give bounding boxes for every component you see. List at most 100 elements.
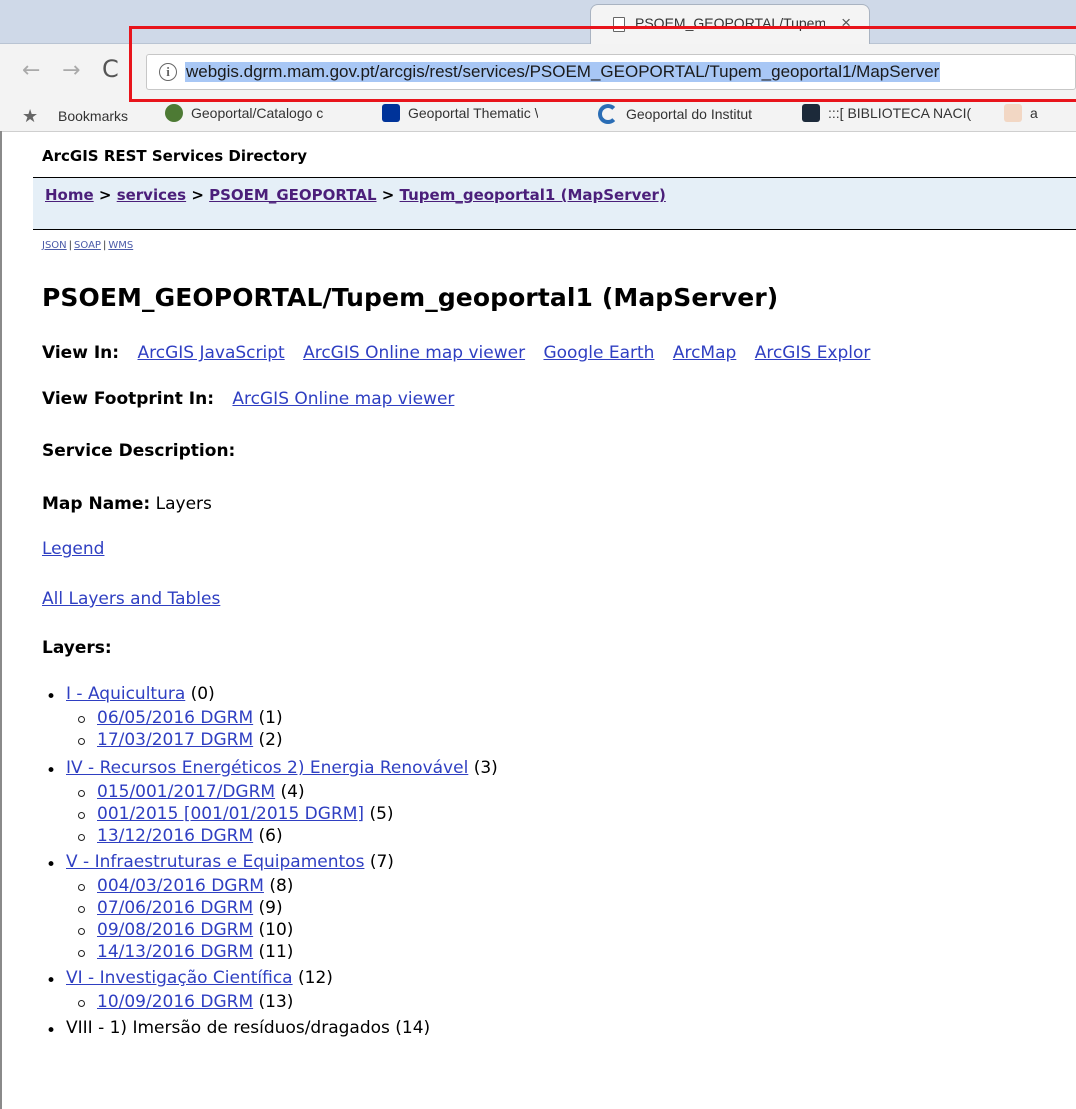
bookmark-item[interactable]: Geoportal/Catalogo c — [165, 104, 323, 123]
layer-group: • IV - Recursos Energéticos 2) Energia R… — [42, 758, 1072, 848]
sublayer-item: 17/03/2017 DGRM (2) — [42, 730, 1072, 752]
view-footprint-row: View Footprint In: ArcGIS Online map vie… — [42, 389, 454, 409]
star-icon[interactable]: ★ — [22, 106, 38, 127]
service-description: Service Description: — [42, 441, 235, 461]
sublayer-id: (10) — [258, 920, 294, 940]
sublayer-id: (9) — [258, 898, 283, 918]
bookmark-item[interactable]: a — [1004, 104, 1038, 123]
sublayer-item: 10/09/2016 DGRM (13) — [42, 992, 1072, 1014]
sublayer-item: 06/05/2016 DGRM (1) — [42, 708, 1072, 730]
circle-bullet-icon — [78, 812, 85, 819]
soap-link[interactable]: SOAP — [74, 240, 101, 251]
library-logo-icon — [802, 104, 820, 123]
map-name-row: Map Name: Layers — [42, 494, 212, 514]
sublayer-item: 14/13/2016 DGRM (11) — [42, 942, 1072, 964]
layer-item: • I - Aquicultura (0) — [42, 684, 1072, 708]
sublayer-link[interactable]: 14/13/2016 DGRM — [97, 942, 253, 962]
layer-link[interactable]: I - Aquicultura — [66, 684, 185, 704]
sublayer-link[interactable]: 07/06/2016 DGRM — [97, 898, 253, 918]
layer-group: • I - Aquicultura (0) 06/05/2016 DGRM (1… — [42, 684, 1072, 752]
breadcrumb-separator: > — [376, 186, 400, 204]
layers-heading-text: Layers: — [42, 638, 112, 658]
eu-flag-icon — [382, 104, 400, 123]
reload-button[interactable]: C — [102, 57, 119, 81]
bullet-icon: • — [46, 761, 57, 781]
all-layers-row: All Layers and Tables — [42, 589, 220, 609]
format-links: JSON | SOAP | WMS — [42, 240, 133, 251]
bullet-icon: • — [46, 687, 57, 707]
sublayer-item: 09/08/2016 DGRM (10) — [42, 920, 1072, 942]
sublayer-link[interactable]: 09/08/2016 DGRM — [97, 920, 253, 940]
sublayer-link[interactable]: 004/03/2016 DGRM — [97, 876, 264, 896]
breadcrumb-services[interactable]: services — [117, 186, 186, 204]
sublayer-id: (1) — [258, 708, 283, 728]
sublayer-id: (11) — [258, 942, 294, 962]
layer-group: • VIII - 1) Imersão de resíduos/dragados… — [42, 1018, 1072, 1042]
bookmark-item[interactable]: Geoportal do Institut — [598, 104, 752, 124]
layer-link[interactable]: VI - Investigação Científica — [66, 968, 293, 988]
layer-id: (12) — [298, 968, 333, 988]
service-description-label: Service Description: — [42, 441, 236, 461]
breadcrumb-separator: > — [93, 186, 117, 204]
json-link[interactable]: JSON — [42, 240, 67, 251]
bullet-icon: • — [46, 1021, 57, 1041]
bookmark-item[interactable]: Geoportal Thematic \ — [382, 104, 538, 123]
layers-heading: Layers: — [42, 638, 112, 658]
layer-id: (14) — [395, 1018, 431, 1038]
view-in-row: View In: ArcGIS JavaScript ArcGIS Online… — [42, 343, 870, 363]
sublayer-id: (2) — [258, 730, 283, 750]
view-in-link-google-earth[interactable]: Google Earth — [543, 343, 654, 363]
circle-bullet-icon — [78, 716, 85, 723]
sublayer-id: (13) — [258, 992, 294, 1012]
sublayer-item: 001/2015 [001/01/2015 DGRM] (5) — [42, 804, 1072, 826]
circle-bullet-icon — [78, 906, 85, 913]
view-in-link-online-viewer[interactable]: ArcGIS Online map viewer — [303, 343, 525, 363]
sublayer-link[interactable]: 001/2015 [001/01/2015 DGRM] — [97, 804, 364, 824]
sublayer-link[interactable]: 17/03/2017 DGRM — [97, 730, 253, 750]
footprint-online-viewer-link[interactable]: ArcGIS Online map viewer — [232, 389, 454, 409]
layer-item: • VIII - 1) Imersão de resíduos/dragados… — [42, 1018, 1072, 1042]
legend-row: Legend — [42, 539, 104, 559]
circle-bullet-icon — [78, 1000, 85, 1007]
layer-item: • VI - Investigação Científica (12) — [42, 968, 1072, 992]
all-layers-link[interactable]: All Layers and Tables — [42, 589, 220, 609]
bullet-icon: • — [46, 855, 57, 875]
layer-item: • V - Infraestruturas e Equipamentos (7) — [42, 852, 1072, 876]
forward-button[interactable]: → — [62, 60, 80, 82]
globe-icon — [165, 104, 183, 123]
crescent-logo-icon — [598, 104, 618, 124]
view-footprint-label: View Footprint In: — [42, 389, 215, 409]
sublayer-id: (6) — [258, 826, 283, 846]
circle-bullet-icon — [78, 884, 85, 891]
layer-link[interactable]: V - Infraestruturas e Equipamentos — [66, 852, 364, 872]
view-in-link-explorer[interactable]: ArcGIS Explor — [755, 343, 871, 363]
sublayer-link[interactable]: 015/001/2017/DGRM — [97, 782, 275, 802]
directory-title: ArcGIS REST Services Directory — [42, 147, 308, 165]
sublayer-link[interactable]: 06/05/2016 DGRM — [97, 708, 253, 728]
layer-id: (7) — [369, 852, 394, 872]
sublayer-link[interactable]: 13/12/2016 DGRM — [97, 826, 253, 846]
layer-id: (0) — [190, 684, 215, 704]
page-title: PSOEM_GEOPORTAL/Tupem_geoportal1 (MapSer… — [42, 283, 779, 312]
breadcrumb-bar: Home > services > PSOEM_GEOPORTAL > Tupe… — [33, 177, 1076, 230]
view-in-link-arcmap[interactable]: ArcMap — [673, 343, 736, 363]
breadcrumb-home[interactable]: Home — [45, 186, 94, 204]
circle-bullet-icon — [78, 790, 85, 797]
browser-chrome: PSOEM_GEOPORTAL/Tupem_geoportal1 (MapSer… — [0, 0, 1076, 132]
legend-link[interactable]: Legend — [42, 539, 104, 559]
breadcrumb-folder[interactable]: PSOEM_GEOPORTAL — [209, 186, 376, 204]
url-highlight-box — [129, 26, 1076, 102]
bookmarks-label[interactable]: Bookmarks — [58, 108, 128, 124]
bookmark-item[interactable]: :::[ BIBLIOTECA NACI( — [802, 104, 971, 123]
wms-link[interactable]: WMS — [108, 240, 133, 251]
breadcrumb-service[interactable]: Tupem_geoportal1 (MapServer) — [400, 186, 666, 204]
back-button[interactable]: ← — [22, 60, 40, 82]
breadcrumb-separator: > — [186, 186, 210, 204]
layer-link[interactable]: IV - Recursos Energéticos 2) Energia Ren… — [66, 758, 468, 778]
layer-item: • IV - Recursos Energéticos 2) Energia R… — [42, 758, 1072, 782]
sublayer-item: 004/03/2016 DGRM (8) — [42, 876, 1072, 898]
view-in-link-javascript[interactable]: ArcGIS JavaScript — [137, 343, 284, 363]
sublayer-link[interactable]: 10/09/2016 DGRM — [97, 992, 253, 1012]
circle-bullet-icon — [78, 928, 85, 935]
sublayer-item: 07/06/2016 DGRM (9) — [42, 898, 1072, 920]
